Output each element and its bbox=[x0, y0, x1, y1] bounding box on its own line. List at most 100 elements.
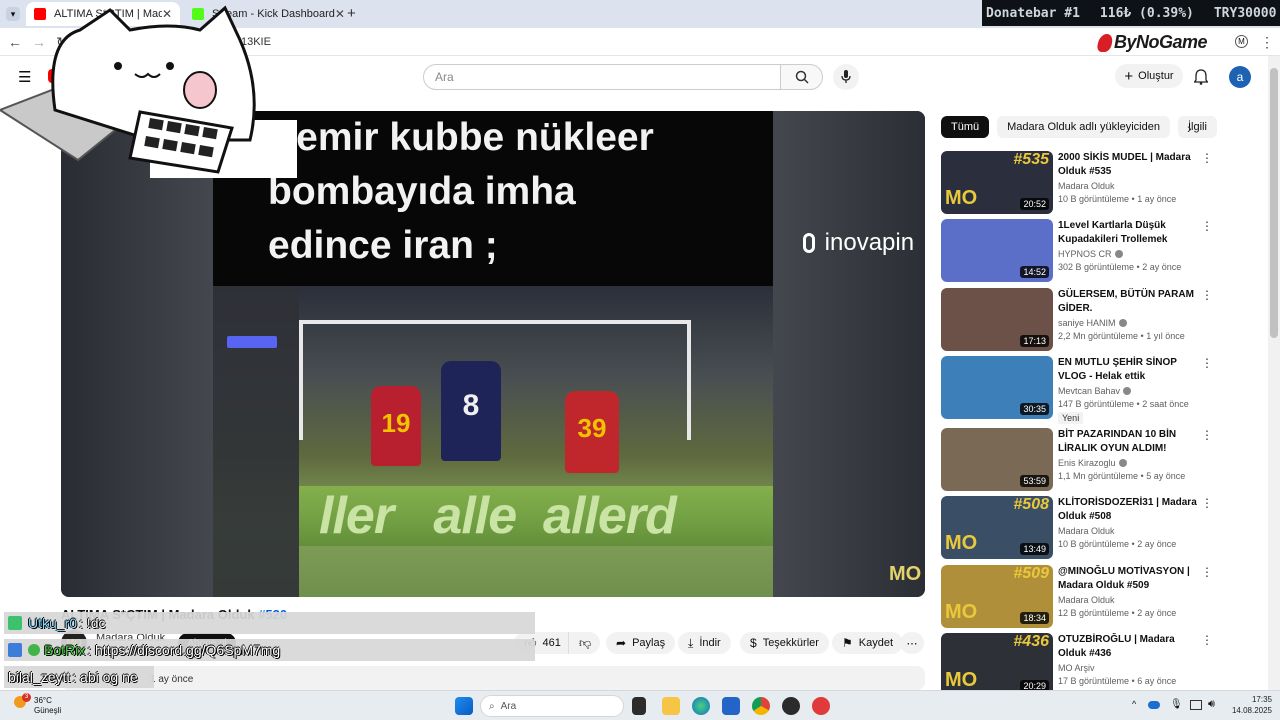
save-button[interactable]: ⚑ Kaydet bbox=[832, 632, 904, 654]
search-button[interactable] bbox=[780, 64, 823, 90]
chrome-icon[interactable] bbox=[752, 697, 770, 715]
recommendation-item[interactable]: 53:59 BİT PAZARINDAN 10 BİN LİRALIK OYUN … bbox=[941, 428, 1213, 492]
edge-browser-icon[interactable] bbox=[692, 697, 710, 715]
recommendation-item[interactable]: 17:13 GÜLERSEM, BÜTÜN PARAM GİDER. saniye … bbox=[941, 288, 1213, 352]
recommendation-channel[interactable]: MO Arşiv bbox=[1058, 663, 1095, 673]
network-icon[interactable] bbox=[1190, 700, 1202, 710]
kebab-menu-icon[interactable]: ⋮ bbox=[1201, 151, 1213, 165]
thanks-button[interactable]: $ Teşekkürler bbox=[740, 632, 829, 654]
channel-watermark[interactable]: MO bbox=[889, 563, 921, 586]
taskbar-search[interactable]: ⌕ Ara bbox=[480, 695, 624, 717]
recommendation-title[interactable]: BİT PAZARINDAN 10 BİN LİRALIK OYUN ALDIM… bbox=[1058, 428, 1198, 456]
recommendation-meta: 147 B görüntüleme • 2 saat önce bbox=[1058, 399, 1189, 409]
volume-icon[interactable]: 🔊︎ bbox=[1208, 698, 1215, 711]
voice-search-button[interactable] bbox=[833, 64, 859, 90]
video-thumbnail[interactable]: #535 MO 20:52 bbox=[941, 151, 1053, 214]
recommendation-item[interactable]: #508 MO 13:49 KLİTORİSDOZERİ31 | Madara Old… bbox=[941, 496, 1213, 560]
recommendation-item[interactable]: 14:52 1Level Kartlarla Düşük Kupadakileri… bbox=[941, 219, 1213, 283]
video-thumbnail[interactable]: #508 MO 13:49 bbox=[941, 496, 1053, 559]
browser-menu-icon[interactable]: ⋮ bbox=[1260, 34, 1274, 50]
page-scrollbar[interactable] bbox=[1268, 56, 1280, 690]
cloud-icon[interactable] bbox=[1148, 701, 1160, 709]
recommendation-channel[interactable]: Madara Olduk bbox=[1058, 181, 1115, 191]
chip-from-uploader[interactable]: Madara Olduk adlı yükleyiciden bbox=[997, 116, 1170, 138]
recommendation-title[interactable]: GÜLERSEM, BÜTÜN PARAM GİDER. bbox=[1058, 288, 1198, 316]
recording-app-icon[interactable] bbox=[812, 697, 830, 715]
microphone-icon bbox=[841, 70, 851, 83]
kebab-menu-icon[interactable]: ⋮ bbox=[1201, 288, 1213, 302]
search-input[interactable]: Ara bbox=[423, 64, 781, 90]
chip-all[interactable]: Tümü bbox=[941, 116, 990, 138]
task-view-icon[interactable] bbox=[632, 697, 646, 715]
recommendation-meta: 12 B görüntüleme • 2 ay önce bbox=[1058, 608, 1177, 618]
kebab-menu-icon[interactable]: ⋮ bbox=[1201, 633, 1213, 647]
scrollbar-thumb[interactable] bbox=[1270, 68, 1278, 338]
kebab-menu-icon[interactable]: ⋮ bbox=[1201, 356, 1213, 370]
new-tab-button[interactable]: + bbox=[347, 5, 356, 22]
download-button[interactable]: ⤓ İndir bbox=[678, 632, 731, 654]
chat-username: Utku_r0 bbox=[28, 615, 78, 631]
file-explorer-icon[interactable] bbox=[662, 697, 680, 715]
recommendation-channel-name: HYPNOS CR bbox=[1058, 249, 1112, 259]
meme-caption: Demir kubbe nükleer bombayıda imha edinc… bbox=[268, 111, 768, 273]
microphone-tray-icon[interactable]: 🎙︎ bbox=[1170, 699, 1183, 710]
recommendation-channel-name: saniye HANIM bbox=[1058, 318, 1116, 328]
recommendation-title[interactable]: @MINOĞLU MOTİVASYON | Madara Olduk #509 bbox=[1058, 565, 1198, 593]
store-icon[interactable] bbox=[722, 697, 740, 715]
video-thumbnail[interactable]: #436 MO 20:29 bbox=[941, 633, 1053, 696]
kebab-menu-icon[interactable]: ⋮ bbox=[1201, 496, 1213, 510]
kebab-menu-icon[interactable]: ⋮ bbox=[1201, 565, 1213, 579]
recommendation-channel[interactable]: Mevtcan Bahav bbox=[1058, 386, 1132, 396]
bynogame-logo: ByNoGame bbox=[1096, 32, 1208, 53]
system-tray-chevron-icon[interactable]: ^ bbox=[1132, 699, 1136, 709]
dislike-button[interactable]: 👎︎ bbox=[568, 632, 600, 654]
video-thumbnail[interactable]: 14:52 bbox=[941, 219, 1053, 282]
recommendation-channel[interactable]: Madara Olduk bbox=[1058, 595, 1115, 605]
video-thumbnail[interactable]: 53:59 bbox=[941, 428, 1053, 491]
recommendation-title[interactable]: 1Level Kartlarla Düşük Kupadakileri Trol… bbox=[1058, 219, 1198, 247]
meme-caption-line: Demir kubbe nükleer bbox=[268, 116, 654, 159]
recommendation-channel[interactable]: HYPNOS CR bbox=[1058, 249, 1123, 259]
recommendation-channel[interactable]: Madara Olduk bbox=[1058, 526, 1115, 536]
notifications-bell-icon[interactable] bbox=[1194, 69, 1208, 85]
recommendation-channel[interactable]: saniye HANIM bbox=[1058, 318, 1127, 328]
player-blur-right bbox=[773, 111, 925, 597]
player-blur-left bbox=[61, 111, 213, 597]
verified-badge-icon bbox=[28, 644, 40, 656]
chip-related[interactable]: İlgili bbox=[1177, 116, 1217, 138]
windows-start-icon[interactable] bbox=[455, 697, 473, 715]
recommendation-item[interactable]: 30:35 EN MUTLU ŞEHİR SİNOP VLOG - Helak e… bbox=[941, 356, 1213, 424]
chat-text: : !dc bbox=[79, 615, 106, 631]
more-actions-button[interactable]: ⋯ bbox=[900, 632, 924, 654]
recommendation-title[interactable]: KLİTORİSDOZERİ31 | Madara Olduk #508 bbox=[1058, 496, 1198, 524]
video-thumbnail[interactable]: 17:13 bbox=[941, 288, 1053, 351]
video-duration: 30:35 bbox=[1020, 403, 1049, 415]
clock-date: 14.08.2025 bbox=[1231, 706, 1272, 715]
recommendation-meta: 2,2 Mn görüntüleme • 1 yıl önce bbox=[1058, 331, 1185, 341]
share-button[interactable]: ➦ Paylaş bbox=[606, 632, 676, 654]
verified-check-icon bbox=[1118, 459, 1127, 467]
account-avatar[interactable]: a bbox=[1229, 66, 1251, 88]
kebab-menu-icon[interactable]: ⋮ bbox=[1201, 428, 1213, 442]
recommendation-title[interactable]: OTUZBİROĞLU | Madara Olduk #436 bbox=[1058, 633, 1198, 661]
recommendation-item[interactable]: #535 MO 20:52 2000 SİKİS MUDEL | Madara Old… bbox=[941, 151, 1213, 215]
thumbnail-mo-logo: MO bbox=[945, 669, 978, 691]
video-thumbnail[interactable]: #509 MO 18:34 bbox=[941, 565, 1053, 628]
chevron-right-icon[interactable]: › bbox=[1187, 120, 1192, 136]
recommendation-item[interactable]: #436 MO 20:29 OTUZBİROĞLU | Madara Olduk #4… bbox=[941, 633, 1213, 697]
tab-close-icon[interactable]: ✕ bbox=[335, 7, 345, 21]
create-button[interactable]: + Oluştur bbox=[1115, 64, 1183, 88]
recommendation-title[interactable]: 2000 SİKİS MUDEL | Madara Olduk #535 bbox=[1058, 151, 1198, 179]
profile-icon[interactable]: M bbox=[1235, 35, 1248, 48]
video-thumbnail[interactable]: 30:35 bbox=[941, 356, 1053, 419]
obs-studio-icon[interactable] bbox=[782, 697, 800, 715]
video-frame: Demir kubbe nükleer bombayıda imha edinc… bbox=[213, 111, 773, 597]
recommendation-title[interactable]: EN MUTLU ŞEHİR SİNOP VLOG - Helak ettik bbox=[1058, 356, 1198, 384]
video-player[interactable]: Demir kubbe nükleer bombayıda imha edinc… bbox=[61, 111, 925, 597]
taskbar-clock[interactable]: 17:35 14.08.2025 bbox=[1226, 694, 1272, 716]
recommendation-channel-name: MO Arşiv bbox=[1058, 663, 1095, 673]
recommendation-channel[interactable]: Enis Kirazoglu bbox=[1058, 458, 1127, 468]
thumbnail-episode-number: #436 bbox=[1013, 633, 1049, 650]
recommendation-item[interactable]: #509 MO 18:34 @MINOĞLU MOTİVASYON | Madara … bbox=[941, 565, 1213, 629]
kebab-menu-icon[interactable]: ⋮ bbox=[1201, 219, 1213, 233]
